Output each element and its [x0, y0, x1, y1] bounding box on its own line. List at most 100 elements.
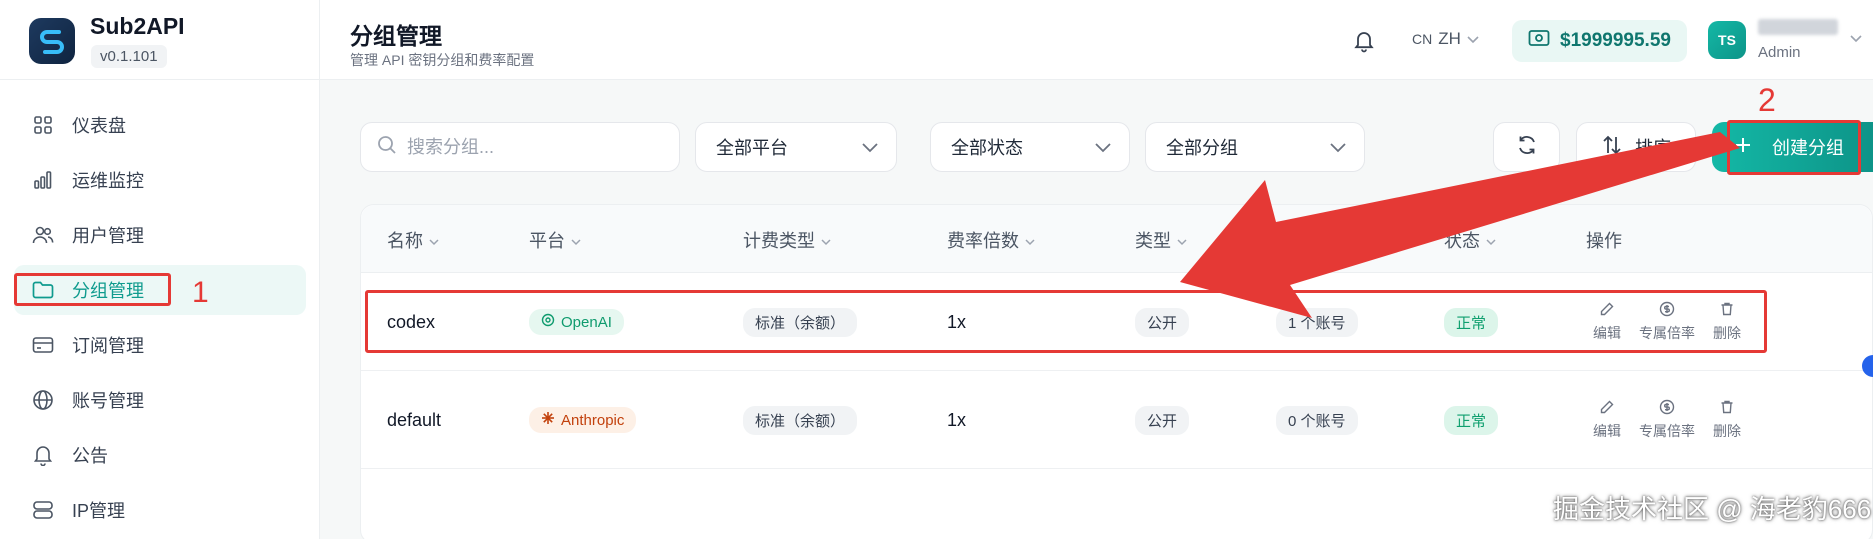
- delete-button[interactable]: 删除: [1713, 399, 1741, 441]
- top-header: 分组管理 管理 API 密钥分组和费率配置 CN ZH $1999995.59 …: [320, 0, 1873, 80]
- status-select-value: 全部状态: [951, 138, 1023, 158]
- chevron-down-icon: [821, 230, 831, 251]
- annotation-box-create: [1727, 120, 1861, 175]
- table-header: 名称 平台 计费类型 费率倍数 类型 状态 操作: [361, 205, 1872, 273]
- users-icon: [30, 222, 56, 248]
- group-name: default: [387, 409, 442, 430]
- platform-badge: Anthropic: [529, 407, 637, 433]
- page-subtitle: 管理 API 密钥分组和费率配置: [350, 52, 535, 68]
- chevron-down-icon: [1095, 137, 1111, 158]
- refresh-button[interactable]: [1493, 122, 1560, 172]
- sidebar-item-ip[interactable]: IP管理: [14, 485, 306, 535]
- page-title: 分组管理: [350, 23, 442, 49]
- column-header-label: 名称: [387, 231, 423, 251]
- sidebar-item-label: 账号管理: [72, 391, 144, 411]
- platform-select-value: 全部平台: [716, 138, 788, 158]
- grid-icon: [30, 112, 56, 138]
- user-avatar[interactable]: TS: [1708, 21, 1746, 59]
- sidebar-item-accounts[interactable]: 账号管理: [14, 375, 306, 425]
- column-header-actions: 操作: [1586, 227, 1622, 253]
- status-select[interactable]: 全部状态: [930, 122, 1130, 172]
- balance-badge[interactable]: $1999995.59: [1512, 20, 1687, 62]
- group-select[interactable]: 全部分组: [1145, 122, 1365, 172]
- user-role: Admin: [1758, 44, 1801, 61]
- edit-label: 编辑: [1593, 423, 1621, 439]
- sidebar-item-label: 订阅管理: [72, 336, 144, 356]
- sidebar-item-label: 运维监控: [72, 171, 144, 191]
- column-header-label: 类型: [1135, 231, 1171, 251]
- sidebar-item-users[interactable]: 用户管理: [14, 210, 306, 260]
- sidebar-item-subscriptions[interactable]: 订阅管理: [14, 320, 306, 370]
- sidebar-item-label: 仪表盘: [72, 116, 126, 136]
- brand: Sub2API v0.1.101: [0, 0, 319, 80]
- annotation-box-codex-row: [365, 290, 1767, 353]
- app-version: v0.1.101: [91, 45, 167, 68]
- group-select-value: 全部分组: [1166, 138, 1238, 158]
- column-header-label: 计费类型: [743, 231, 815, 251]
- column-header-label: 费率倍数: [947, 231, 1019, 251]
- language-flag-text: CN: [1412, 31, 1433, 47]
- sidebar-item-label: 公告: [72, 446, 108, 466]
- column-header-rate[interactable]: 费率倍数: [947, 227, 1035, 253]
- chevron-down-icon: [571, 230, 581, 251]
- bell-icon: [30, 442, 56, 468]
- watermark-text: 掘金技术社区 @ 海老豹666: [1553, 494, 1872, 524]
- column-header-type[interactable]: 类型: [1135, 227, 1187, 253]
- custom-rate-button[interactable]: 专属倍率: [1639, 399, 1695, 441]
- annotation-marker-1: 1: [192, 276, 209, 309]
- platform-select[interactable]: 全部平台: [695, 122, 897, 172]
- notification-bell-icon[interactable]: [1353, 29, 1375, 58]
- sort-button-label: 排序: [1635, 138, 1671, 158]
- sidebar: Sub2API v0.1.101 仪表盘 运维监控 用户管理 分组管理 订阅管理…: [0, 0, 320, 539]
- card-icon: [30, 332, 56, 358]
- delete-label: 删除: [1713, 423, 1741, 439]
- group-search-box[interactable]: [360, 122, 680, 172]
- type-badge: 公开: [1135, 405, 1190, 435]
- column-header-status[interactable]: 状态: [1444, 227, 1496, 253]
- app-logo-icon[interactable]: [29, 18, 75, 64]
- bar-chart-icon: [30, 167, 56, 193]
- sidebar-item-ops-monitor[interactable]: 运维监控: [14, 155, 306, 205]
- chevron-down-icon: [1486, 230, 1496, 251]
- user-name-blurred: [1758, 19, 1838, 35]
- trash-icon: [1719, 399, 1735, 418]
- wallet-icon: [1528, 29, 1550, 53]
- sort-arrows-icon: [1601, 134, 1623, 161]
- search-icon: [377, 135, 397, 160]
- column-header-label: 状态: [1444, 231, 1480, 251]
- column-header-label: 操作: [1586, 231, 1622, 251]
- column-header-billing[interactable]: 计费类型: [743, 227, 831, 253]
- chevron-down-icon: [1330, 137, 1346, 158]
- table-row: default Anthropic 标准（余额） 1x 公开 0 个账号 正常 …: [361, 371, 1872, 469]
- edit-button[interactable]: 编辑: [1593, 399, 1621, 441]
- app-name: Sub2API: [90, 13, 185, 39]
- chevron-down-icon[interactable]: [1850, 30, 1862, 48]
- balance-amount: $1999995.59: [1560, 30, 1671, 51]
- platform-label: Anthropic: [561, 411, 625, 429]
- language-code: ZH: [1438, 29, 1461, 48]
- column-header-platform[interactable]: 平台: [529, 227, 581, 253]
- chevron-down-icon: [1467, 29, 1479, 49]
- chevron-down-icon: [862, 137, 878, 158]
- sort-button[interactable]: 排序: [1576, 122, 1696, 172]
- custom-rate-label: 专属倍率: [1639, 423, 1695, 439]
- chevron-down-icon: [1177, 230, 1187, 251]
- chevron-down-icon: [1025, 230, 1035, 251]
- annotation-box-groups: [14, 273, 171, 306]
- chevron-down-icon: [429, 230, 439, 251]
- billing-badge: 标准（余额）: [743, 405, 858, 435]
- column-header-label: 平台: [529, 231, 565, 251]
- sidebar-item-dashboard[interactable]: 仪表盘: [14, 100, 306, 150]
- account-count-badge: 0 个账号: [1276, 405, 1358, 435]
- dollar-icon: [1659, 399, 1675, 418]
- sidebar-item-label: IP管理: [72, 501, 126, 521]
- column-header-name[interactable]: 名称: [387, 227, 439, 253]
- edit-icon: [1599, 399, 1615, 418]
- language-switcher[interactable]: CN ZH: [1412, 29, 1479, 49]
- server-icon: [30, 497, 56, 523]
- sidebar-item-announcements[interactable]: 公告: [14, 430, 306, 480]
- search-input[interactable]: [407, 136, 647, 158]
- status-badge: 正常: [1444, 405, 1499, 435]
- anthropic-logo-icon: [541, 411, 555, 429]
- annotation-marker-2: 2: [1758, 82, 1776, 118]
